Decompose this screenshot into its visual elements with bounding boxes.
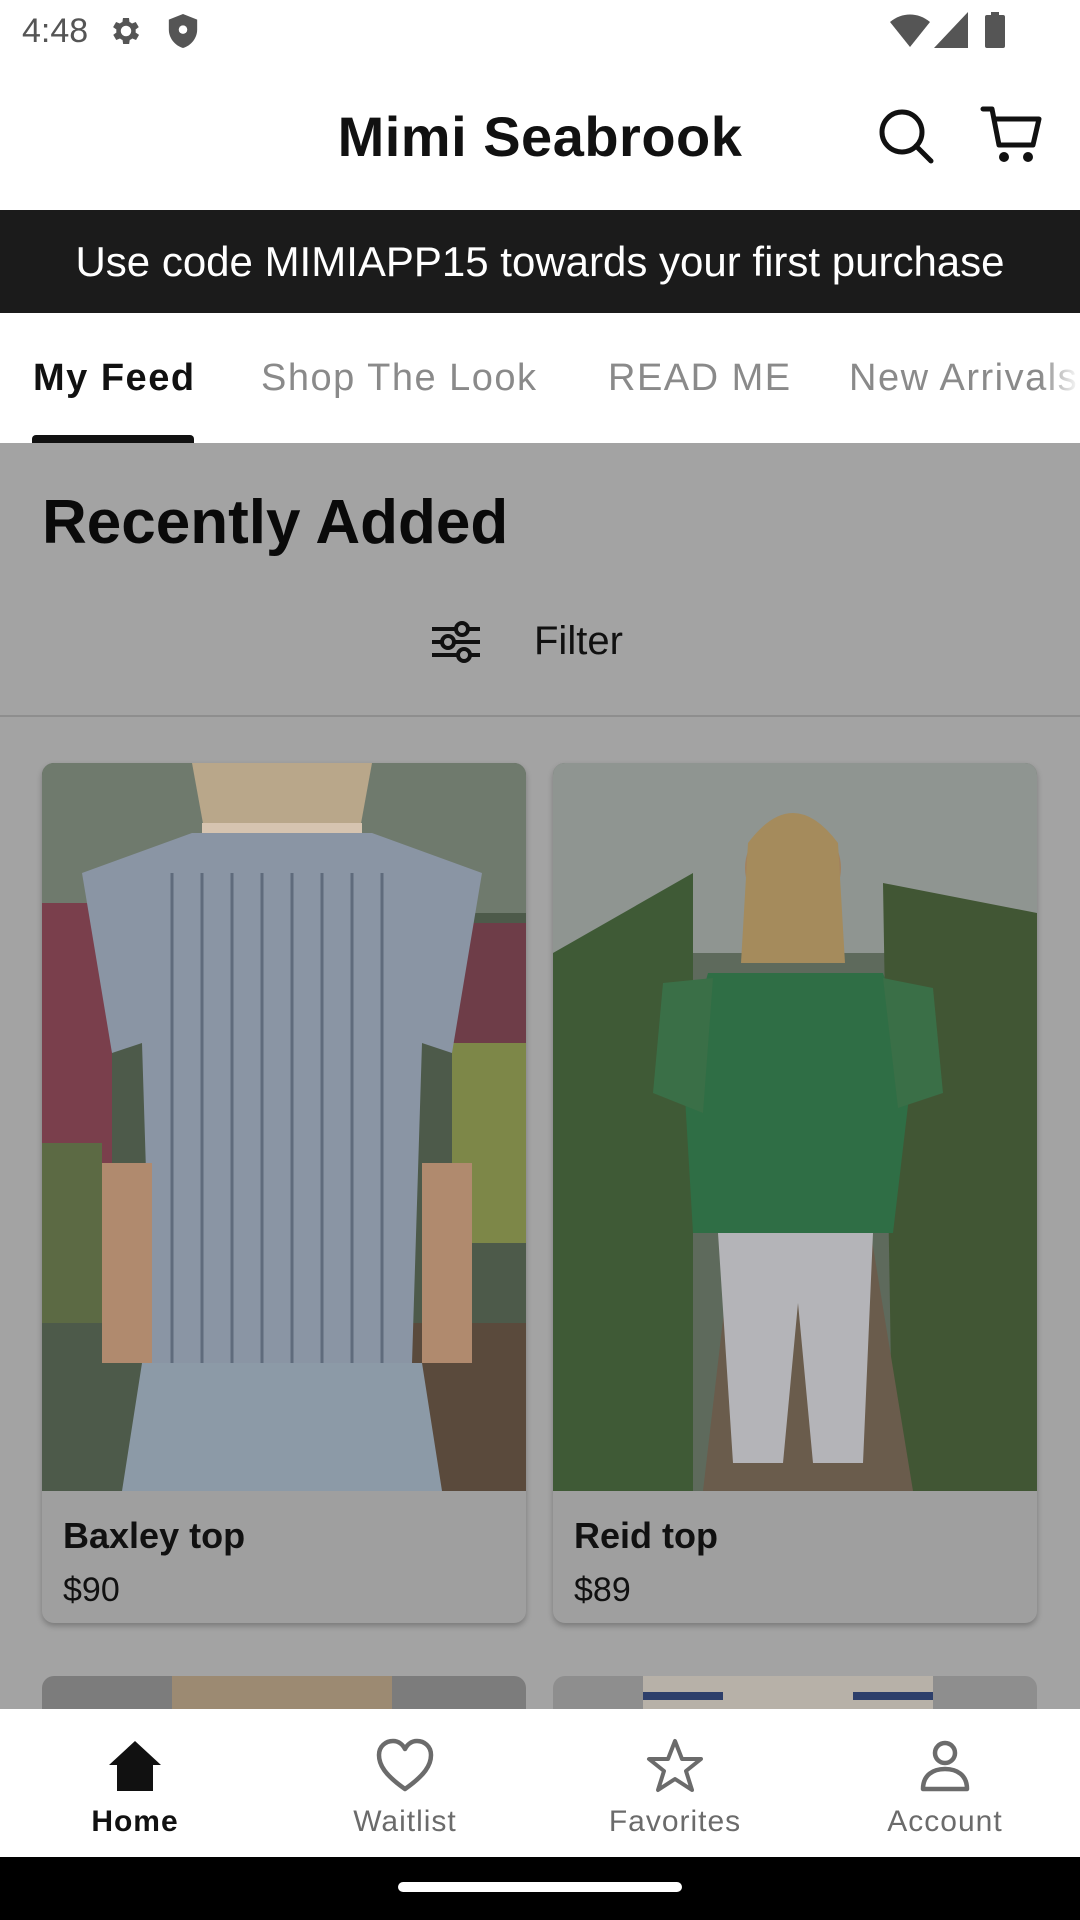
promo-banner[interactable]: Use code MIMIAPP15 towards your first pu… (0, 210, 1080, 313)
home-icon (109, 1741, 161, 1791)
promo-text: Use code MIMIAPP15 towards your first pu… (75, 238, 1005, 285)
product-card-peek[interactable] (42, 1676, 526, 1709)
person-icon (920, 1740, 970, 1792)
product-name: Baxley top (63, 1515, 246, 1556)
filter-label: Filter (534, 619, 623, 663)
nav-waitlist[interactable]: Waitlist (270, 1709, 540, 1857)
nav-account[interactable]: Account (810, 1709, 1080, 1857)
nav-home[interactable]: Home (0, 1709, 270, 1857)
status-bar: 4:48 (0, 0, 1080, 64)
category-tabs: My Feed Shop The Look READ ME New Arriva… (0, 313, 1080, 443)
wifi-icon (890, 14, 930, 47)
feed-content: Recently Added Filter Baxley top $90 Rei… (0, 443, 1080, 1709)
battery-icon (985, 12, 1005, 48)
nav-label: Account (887, 1805, 1003, 1838)
home-gesture-handle[interactable] (398, 1882, 682, 1892)
product-price: $89 (574, 1571, 631, 1609)
sliders-icon (432, 621, 480, 663)
product-card[interactable]: Baxley top $90 (42, 763, 526, 1623)
active-tab-indicator (32, 435, 194, 443)
star-icon (647, 1739, 703, 1792)
nav-label: Waitlist (353, 1805, 457, 1838)
tab-read-me[interactable]: READ ME (608, 357, 792, 400)
cell-signal-icon (934, 12, 968, 48)
filter-button[interactable]: Filter (430, 613, 660, 673)
tab-shop-the-look[interactable]: Shop The Look (261, 357, 538, 400)
product-image (553, 1676, 1037, 1709)
product-price: $90 (63, 1571, 120, 1609)
section-divider (0, 715, 1080, 717)
search-icon[interactable] (876, 106, 936, 166)
nav-favorites[interactable]: Favorites (540, 1709, 810, 1857)
nav-label: Home (91, 1805, 179, 1838)
product-card[interactable]: Reid top $89 (553, 763, 1037, 1623)
system-navigation-bar (0, 1857, 1080, 1920)
shopping-cart-icon[interactable] (980, 104, 1046, 166)
status-time: 4:48 (22, 12, 89, 50)
heart-icon (376, 1738, 434, 1792)
nav-label: Favorites (608, 1805, 742, 1838)
product-image[interactable] (42, 763, 526, 1491)
app-header: Mimi Seabrook (0, 64, 1080, 210)
bottom-navigation: Home Waitlist Favorites Account (0, 1709, 1080, 1857)
product-card-peek[interactable] (553, 1676, 1037, 1709)
shield-icon (168, 14, 198, 48)
tab-scroll-fade (1040, 313, 1080, 443)
section-title: Recently Added (42, 488, 509, 557)
gear-icon (113, 17, 140, 45)
tab-my-feed[interactable]: My Feed (33, 357, 196, 400)
product-image (42, 1676, 526, 1709)
product-name: Reid top (574, 1515, 718, 1556)
product-image[interactable] (553, 763, 1037, 1491)
